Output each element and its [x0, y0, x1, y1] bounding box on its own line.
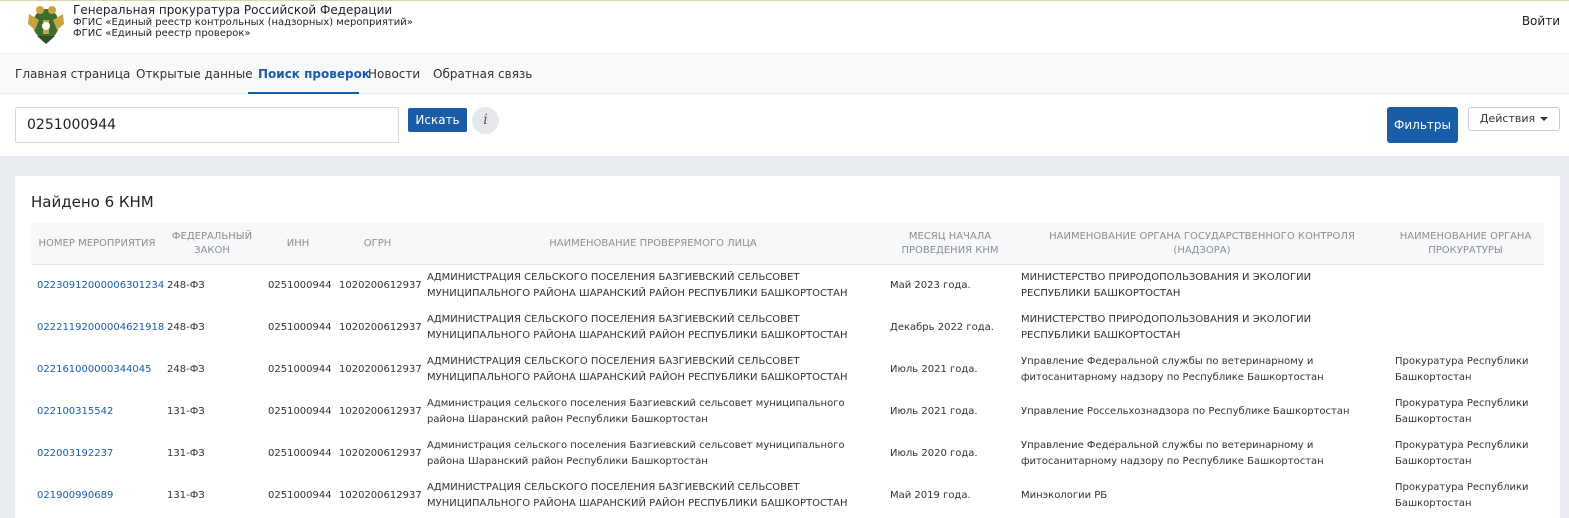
search-bar: Искать i Фильтры Действия — [0, 94, 1569, 156]
results-count: Найдено 6 КНМ — [31, 193, 154, 211]
col-law[interactable]: Федеральный закон — [167, 223, 257, 265]
cell-inn: 0251000944 — [268, 448, 332, 459]
knm-number-link[interactable]: 022100315542 — [37, 404, 113, 420]
cell-subject: АДМИНИСТРАЦИЯ СЕЛЬСКОГО ПОСЕЛЕНИЯ БАЗГИЕ… — [427, 272, 848, 299]
cell-subject: АДМИНИСТРАЦИЯ СЕЛЬСКОГО ПОСЕЛЕНИЯ БАЗГИЕ… — [427, 356, 848, 383]
actions-label: Действия — [1479, 112, 1536, 125]
cell-authority: Управление Федеральной службы по ветерин… — [1021, 440, 1324, 467]
table-row: 022100315542 131-ФЗ 0251000944 102020061… — [31, 391, 1544, 433]
login-link[interactable]: Войти — [1522, 14, 1560, 28]
cell-authority: МИНИСТЕРСТВО ПРИРОДОПОЛЬЗОВАНИЯ И ЭКОЛОГ… — [1021, 314, 1312, 341]
cell-number: 02221192000004621918 — [37, 307, 167, 349]
knm-number-link[interactable]: 022003192237 — [37, 446, 113, 462]
table-header: Номер мероприятия Федеральный закон ИНН … — [31, 223, 1544, 265]
cell-inn: 0251000944 — [268, 406, 332, 417]
cell-law: 131-ФЗ — [167, 406, 205, 417]
emblem-icon[interactable] — [25, 2, 67, 46]
cell-law: 131-ФЗ — [167, 448, 205, 459]
search-input[interactable] — [15, 107, 399, 143]
caret-down-icon — [1540, 117, 1549, 121]
site-header: Генеральная прокуратура Российской Федер… — [0, 0, 1569, 54]
cell-inn: 0251000944 — [268, 322, 332, 333]
cell-authority: Управление Россельхознадзора по Республи… — [1021, 406, 1350, 417]
nav-item-news[interactable]: Новости — [358, 55, 430, 94]
col-number[interactable]: Номер мероприятия — [31, 223, 163, 265]
cell-number: 022161000000344045 — [37, 349, 167, 391]
cell-authority: МИНИСТЕРСТВО ПРИРОДОПОЛЬЗОВАНИЯ И ЭКОЛОГ… — [1021, 272, 1312, 299]
cell-prosecutor: Прокуратура Республики Башкортостан — [1395, 398, 1529, 425]
cell-law: 248-ФЗ — [167, 322, 205, 333]
nav-item-search-checks[interactable]: Поиск проверок — [248, 55, 370, 94]
main-nav: Главная страница Открытые данные Поиск п… — [0, 55, 1569, 94]
cell-authority: Управление Федеральной службы по ветерин… — [1021, 356, 1324, 383]
cell-subject: АДМИНИСТРАЦИЯ СЕЛЬСКОГО ПОСЕЛЕНИЯ БАЗГИЕ… — [427, 482, 848, 509]
cell-number: 022003192237 — [37, 433, 167, 475]
cell-month: Июль 2020 года. — [890, 448, 978, 459]
header-title: Генеральная прокуратура Российской Федер… — [73, 3, 393, 17]
cell-number: 022100315542 — [37, 391, 167, 433]
cell-number: 021900990689 — [37, 475, 167, 517]
cell-law: 248-ФЗ — [167, 364, 205, 375]
col-inn[interactable]: ИНН — [264, 223, 332, 265]
col-subject[interactable]: Наименование проверяемого лица — [425, 223, 881, 265]
cell-ogrn: 1020200612937 — [339, 322, 422, 333]
header-subtitle-knm: ФГИС «Единый реестр контрольных (надзорн… — [73, 17, 413, 29]
cell-ogrn: 1020200612937 — [339, 448, 422, 459]
cell-month: Июль 2021 года. — [890, 364, 978, 375]
col-ogrn[interactable]: ОГРН — [335, 223, 420, 265]
search-button[interactable]: Искать — [408, 108, 467, 132]
knm-number-link[interactable]: 021900990689 — [37, 488, 113, 504]
header-titles: Генеральная прокуратура Российской Федер… — [73, 3, 413, 40]
header-subtitle-checks: ФГИС «Единый реестр проверок» — [73, 28, 251, 40]
info-icon[interactable]: i — [472, 107, 499, 134]
cell-number: 02230912000006301234 — [37, 265, 167, 307]
cell-prosecutor — [1395, 265, 1541, 307]
cell-prosecutor: Прокуратура Республики Башкортостан — [1395, 356, 1529, 383]
cell-month: Декабрь 2022 года. — [890, 322, 994, 333]
table-row: 02230912000006301234 248-ФЗ 0251000944 1… — [31, 265, 1544, 307]
nav-item-feedback[interactable]: Обратная связь — [423, 55, 542, 94]
nav-item-home[interactable]: Главная страница — [5, 55, 140, 94]
table-row: 022003192237 131-ФЗ 0251000944 102020061… — [31, 433, 1544, 475]
filters-button[interactable]: Фильтры — [1387, 107, 1458, 143]
cell-subject: Администрация сельского поселения Базгие… — [427, 398, 845, 425]
cell-authority: Минэкологии РБ — [1021, 490, 1108, 501]
table-row: 022161000000344045 248-ФЗ 0251000944 102… — [31, 349, 1544, 391]
table-row: 02221192000004621918 248-ФЗ 0251000944 1… — [31, 307, 1544, 349]
cell-month: Май 2023 года. — [890, 280, 971, 291]
cell-subject: АДМИНИСТРАЦИЯ СЕЛЬСКОГО ПОСЕЛЕНИЯ БАЗГИЕ… — [427, 314, 848, 341]
cell-ogrn: 1020200612937 — [339, 364, 422, 375]
cell-month: Май 2019 года. — [890, 490, 971, 501]
table-row: 021900990689 131-ФЗ 0251000944 102020061… — [31, 475, 1544, 517]
cell-inn: 0251000944 — [268, 364, 332, 375]
cell-prosecutor: Прокуратура Республики Башкортостан — [1395, 482, 1529, 509]
cell-law: 248-ФЗ — [167, 280, 205, 291]
knm-number-link[interactable]: 02230912000006301234 — [37, 278, 164, 294]
actions-dropdown[interactable]: Действия — [1468, 107, 1560, 131]
col-prosecutor[interactable]: Наименование органа прокуратуры — [1393, 223, 1538, 265]
col-authority[interactable]: Наименование органа государственного кон… — [1019, 223, 1385, 265]
cell-prosecutor: Прокуратура Республики Башкортостан — [1395, 440, 1529, 467]
cell-inn: 0251000944 — [268, 280, 332, 291]
knm-number-link[interactable]: 02221192000004621918 — [37, 320, 164, 336]
cell-ogrn: 1020200612937 — [339, 406, 422, 417]
cell-law: 131-ФЗ — [167, 490, 205, 501]
cell-inn: 0251000944 — [268, 490, 332, 501]
cell-subject: Администрация сельского поселения Базгие… — [427, 440, 845, 467]
cell-month: Июль 2021 года. — [890, 406, 978, 417]
col-month[interactable]: Месяц начала проведения КНМ — [889, 223, 1011, 265]
cell-ogrn: 1020200612937 — [339, 490, 422, 501]
nav-item-open-data[interactable]: Открытые данные — [126, 55, 263, 94]
knm-number-link[interactable]: 022161000000344045 — [37, 362, 152, 378]
cell-ogrn: 1020200612937 — [339, 280, 422, 291]
cell-prosecutor — [1395, 307, 1541, 349]
